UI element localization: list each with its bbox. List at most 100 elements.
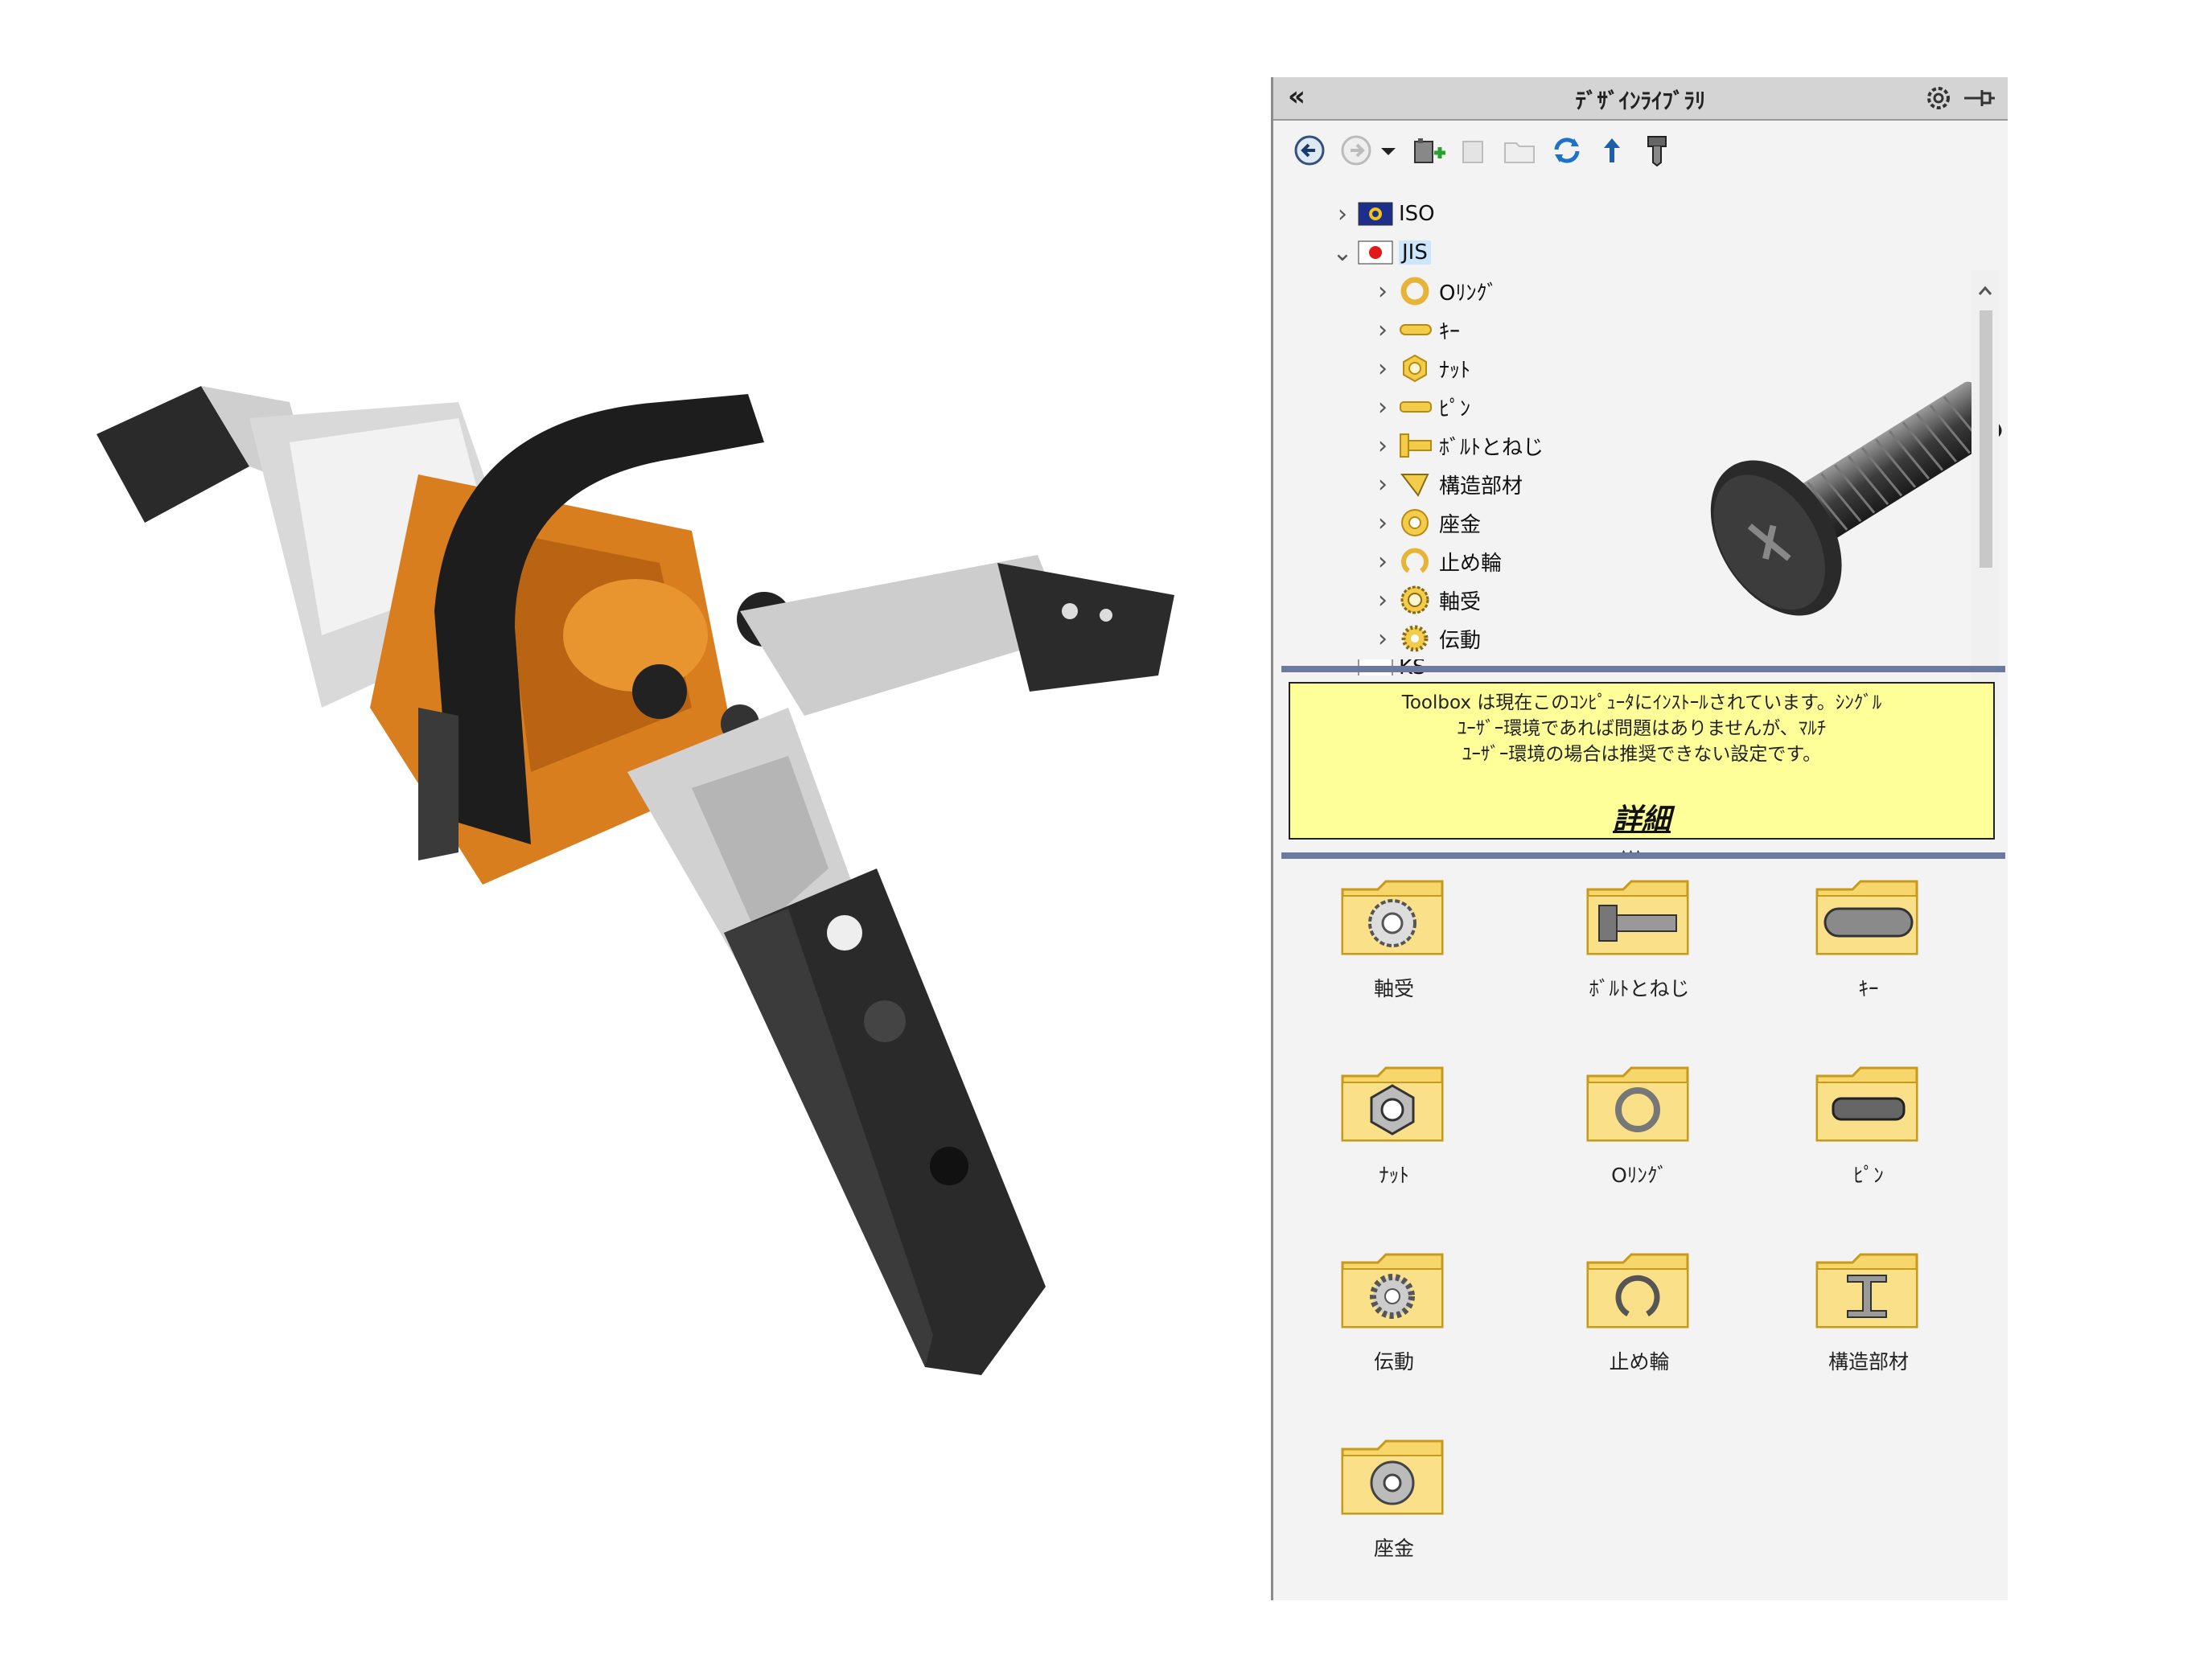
chevron-right-icon[interactable]: › [1368, 316, 1397, 344]
details-link[interactable]: 詳細 [1290, 796, 1993, 838]
design-library-panel: « ﾃﾞｻﾞｲﾝﾗｲﾌﾞﾗﾘ › ISO ⌄ JIS › Oﾘﾝｸﾞ › ｷｰ … [1271, 77, 2008, 1600]
bolt-icon [1400, 433, 1432, 458]
bolt-folder-icon [1586, 880, 1689, 955]
rescue-tool-image [97, 386, 1174, 1375]
beam-folder-icon [1815, 1253, 1918, 1328]
notice-line: ﾕｰｻﾞｰ環境の場合は推奨できない設定です。 [1462, 744, 1822, 765]
folder-label: 座金 [1373, 1537, 1414, 1560]
panel-titlebar: « ﾃﾞｻﾞｲﾝﾗｲﾌﾞﾗﾘ [1273, 77, 2008, 121]
folder-retaining-ring[interactable]: 止め輪 [1559, 1246, 1720, 1407]
tree-item-washer[interactable]: › 座金 [1368, 505, 1481, 540]
tree-item-key[interactable]: › ｷｰ [1368, 312, 1460, 347]
folder-label: ﾅｯﾄ [1379, 1164, 1409, 1187]
folder-washer[interactable]: 座金 [1314, 1433, 1474, 1594]
forward-icon[interactable] [1336, 130, 1376, 170]
tree-item-bolts-screws[interactable]: › ﾎﾞﾙﾄとねじ [1368, 428, 1544, 463]
tree-item-nut[interactable]: › ﾅｯﾄ [1368, 351, 1470, 386]
tree-label: 構造部材 [1439, 474, 1523, 499]
chevron-right-icon[interactable]: › [1368, 355, 1397, 383]
chevron-right-icon[interactable]: › [1368, 470, 1397, 499]
pin-icon [1400, 401, 1432, 413]
panel-title: ﾃﾞｻﾞｲﾝﾗｲﾌﾞﾗﾘ [1575, 89, 1706, 114]
pane-splitter-top[interactable] [1281, 666, 2005, 672]
chevron-right-icon[interactable]: › [1368, 548, 1397, 576]
tree-label: 止め輪 [1439, 551, 1503, 576]
washer-icon [1401, 509, 1429, 536]
library-tree: › ISO ⌄ JIS › Oﾘﾝｸﾞ › ｷｰ › ﾅｯﾄ › ﾋﾟﾝ › ﾎ… [1273, 182, 2008, 737]
jis-flag-icon [1358, 240, 1393, 265]
tree-label: JIS [1399, 240, 1431, 265]
up-folder-icon[interactable] [1592, 130, 1632, 170]
chevron-right-icon[interactable]: › [1368, 509, 1397, 537]
nut-folder-icon [1341, 1066, 1444, 1142]
tree-label: ｷｰ [1439, 319, 1461, 344]
pin-folder-icon [1815, 1066, 1918, 1142]
structural-member-icon [1400, 474, 1429, 497]
folder-label: 構造部材 [1828, 1350, 1909, 1374]
tree-label: Oﾘﾝｸﾞ [1439, 281, 1498, 306]
dropdown-arrow-icon[interactable] [1376, 130, 1400, 170]
scroll-thumb [1980, 310, 1992, 568]
chevron-down-icon[interactable]: ⌄ [1328, 239, 1357, 267]
library-toolbar [1273, 122, 2008, 179]
screw-preview-image [1710, 381, 2002, 616]
toolbox-icon[interactable] [1637, 130, 1677, 170]
folder-label: ﾎﾞﾙﾄとねじ [1589, 977, 1690, 1000]
folder-o-ring[interactable]: Oﾘﾝｸﾞ [1559, 1060, 1720, 1221]
open-folder-icon[interactable] [1500, 130, 1540, 170]
folder-label: 伝動 [1373, 1350, 1414, 1374]
folder-label: 止め輪 [1609, 1350, 1670, 1374]
washer-folder-icon [1341, 1439, 1444, 1515]
tree-item-bearing[interactable]: › 軸受 [1368, 582, 1481, 618]
toolbox-notice-box: Toolbox は現在このｺﾝﾋﾟｭｰﾀにｲﾝｽﾄｰﾙされています。ｼﾝｸﾞﾙ … [1289, 682, 1995, 840]
chevron-right-icon[interactable]: › [1368, 393, 1397, 421]
folder-power-transmission[interactable]: 伝動 [1314, 1246, 1474, 1407]
folder-label: ｷｰ [1858, 977, 1879, 1000]
folder-label: Oﾘﾝｸﾞ [1611, 1164, 1667, 1187]
add-library-icon[interactable] [1408, 130, 1449, 170]
key-folder-icon [1815, 880, 1918, 955]
gear-icon [1401, 625, 1429, 652]
folder-structural[interactable]: 構造部材 [1788, 1246, 1949, 1407]
tree-label: ISO [1399, 202, 1435, 226]
folder-bearing[interactable]: 軸受 [1314, 873, 1474, 1034]
tree-item-jis[interactable]: ⌄ JIS [1328, 235, 1431, 270]
tree-item-o-ring[interactable]: › Oﾘﾝｸﾞ [1368, 273, 1497, 309]
retaining-ring-icon [1401, 548, 1429, 573]
folder-nut[interactable]: ﾅｯﾄ [1314, 1060, 1474, 1221]
tree-label: 座金 [1439, 512, 1482, 537]
tree-item-pin[interactable]: › ﾋﾟﾝ [1368, 389, 1470, 425]
bearing-icon [1400, 585, 1429, 614]
folder-label: 軸受 [1373, 977, 1414, 1000]
tree-item-power-transmission[interactable]: › 伝動 [1368, 621, 1481, 656]
chevron-right-icon[interactable]: › [1368, 277, 1397, 306]
folder-label: ﾋﾟﾝ [1853, 1164, 1884, 1187]
pin-panel-icon[interactable] [1961, 82, 1996, 114]
tree-label: ﾋﾟﾝ [1439, 396, 1471, 421]
folder-key[interactable]: ｷｰ [1788, 873, 1949, 1034]
chevron-right-icon[interactable]: › [1368, 586, 1397, 614]
tree-label: ﾎﾞﾙﾄとねじ [1439, 435, 1544, 460]
folder-pin[interactable]: ﾋﾟﾝ [1788, 1060, 1949, 1221]
back-icon[interactable] [1289, 130, 1330, 170]
folder-grid: 軸受 ﾎﾞﾙﾄとねじ ｷｰ ﾅｯﾄ Oﾘﾝｸﾞ ﾋﾟﾝ 伝動 止め輪 構造部材 … [1273, 873, 2008, 1597]
settings-gear-icon[interactable] [1922, 82, 1955, 114]
tree-item-iso[interactable]: › ISO [1328, 196, 1435, 232]
chevron-right-icon[interactable]: › [1368, 432, 1397, 460]
tree-item-retaining-ring[interactable]: › 止め輪 [1368, 544, 1502, 579]
tree-label: ﾅｯﾄ [1439, 358, 1471, 383]
tree-label: 伝動 [1439, 628, 1482, 653]
o-ring-icon [1400, 277, 1429, 306]
bearing-folder-icon [1341, 880, 1444, 955]
chevron-right-icon[interactable]: › [1368, 625, 1397, 653]
chevron-right-icon[interactable]: › [1328, 200, 1357, 228]
tree-label: 軸受 [1439, 589, 1482, 614]
pane-splitter-bottom[interactable] [1281, 852, 2005, 859]
folder-bolts-screws[interactable]: ﾎﾞﾙﾄとねじ [1559, 873, 1720, 1034]
gear-folder-icon [1341, 1253, 1444, 1328]
tree-item-structural[interactable]: › 構造部材 [1368, 466, 1523, 502]
create-library-icon[interactable] [1455, 130, 1495, 170]
retaining-ring-folder-icon [1586, 1253, 1689, 1328]
refresh-icon[interactable] [1547, 130, 1587, 170]
iso-flag-icon [1358, 202, 1393, 226]
